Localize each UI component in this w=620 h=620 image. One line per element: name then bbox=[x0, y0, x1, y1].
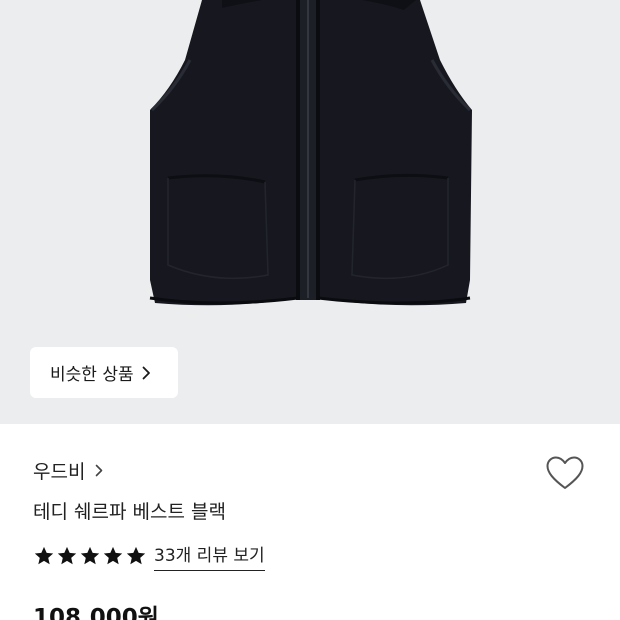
brand-name: 우드비 bbox=[33, 461, 86, 483]
chevron-right-icon bbox=[142, 366, 150, 379]
product-info: 우드비 테디 쉐르파 베스트 블랙 33개 리뷰 보기 108,000원 bbox=[0, 424, 620, 620]
star-icon bbox=[80, 546, 100, 565]
product-image-area[interactable]: 비슷한 상품 bbox=[0, 0, 620, 424]
reviews-link[interactable]: 33개 리뷰 보기 bbox=[154, 541, 265, 571]
wishlist-heart-icon[interactable] bbox=[545, 455, 585, 491]
rating-row: 33개 리뷰 보기 bbox=[33, 541, 265, 571]
similar-products-button[interactable]: 비슷한 상품 bbox=[30, 347, 178, 398]
product-title: 테디 쉐르파 베스트 블랙 bbox=[33, 501, 226, 523]
product-price: 108,000원 bbox=[33, 605, 159, 620]
chevron-right-icon bbox=[96, 464, 103, 477]
star-icon bbox=[34, 546, 54, 565]
star-rating bbox=[33, 545, 147, 567]
star-icon bbox=[126, 546, 146, 565]
star-icon bbox=[103, 546, 123, 565]
similar-products-label: 비슷한 상품 bbox=[50, 365, 134, 385]
brand-link[interactable]: 우드비 bbox=[33, 457, 103, 484]
star-icon bbox=[57, 546, 77, 565]
